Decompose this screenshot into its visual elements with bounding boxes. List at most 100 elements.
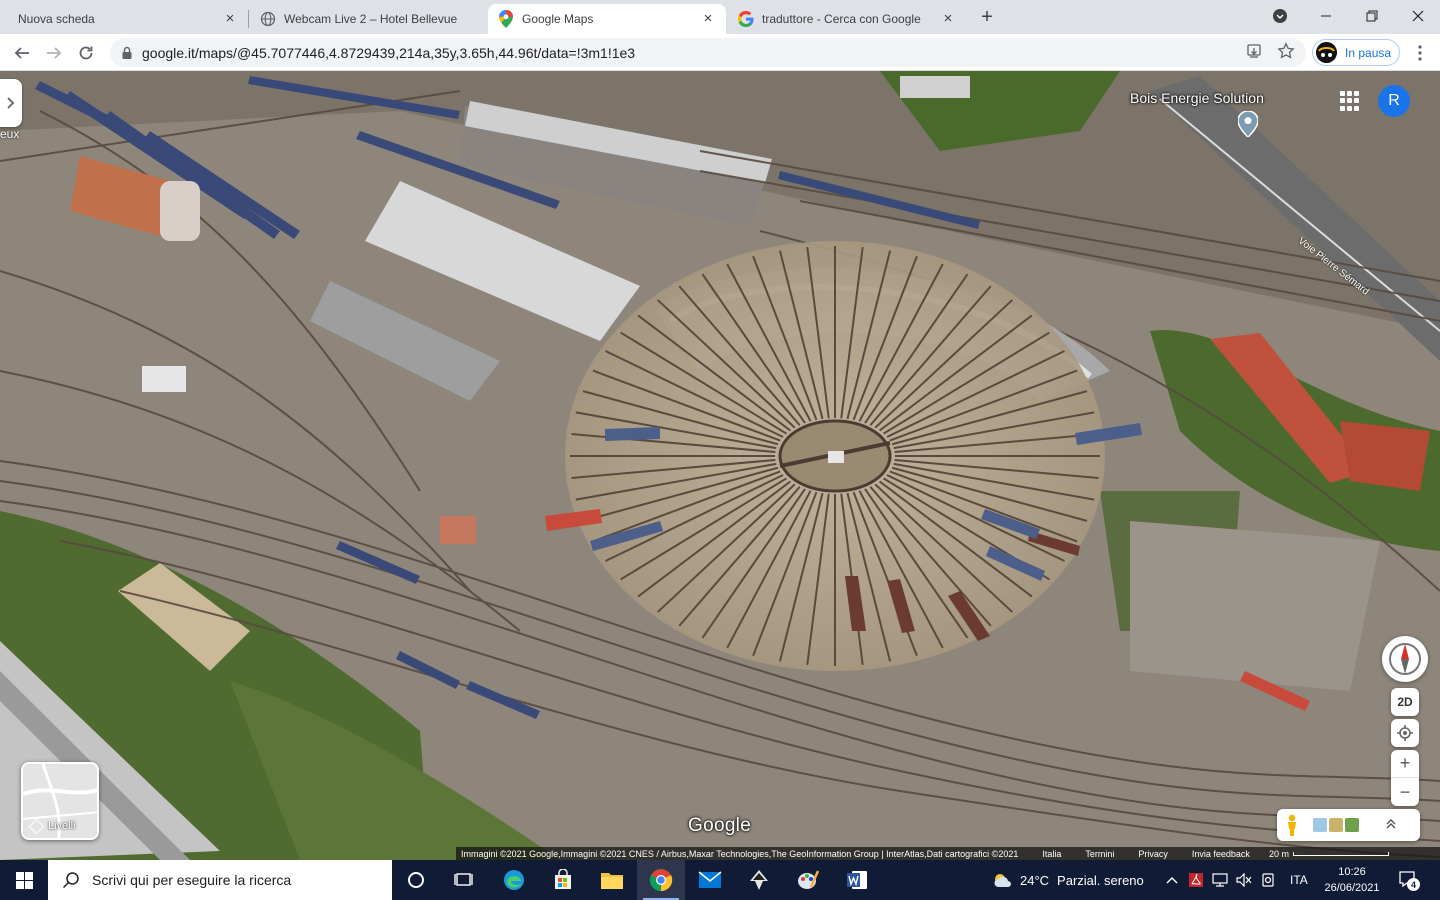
windows-taskbar: Scrivi qui per eseguire la ricerca 24°C … <box>0 860 1440 900</box>
footer-link-privacy[interactable]: Privacy <box>1138 849 1168 859</box>
place-pin-icon[interactable] <box>1237 110 1259 139</box>
search-icon <box>62 872 79 889</box>
task-view-icon[interactable] <box>440 860 488 900</box>
close-tab-icon[interactable]: × <box>222 11 238 27</box>
weather-widget[interactable]: 24°C Parzial. sereno <box>992 860 1144 900</box>
scale-bar[interactable]: 20 m <box>1264 849 1389 859</box>
google-logo: Google <box>688 815 752 836</box>
word-icon[interactable] <box>833 860 881 900</box>
cortana-icon[interactable] <box>392 860 440 900</box>
layers-label-group: Livelli <box>28 818 76 834</box>
edge-place-label[interactable]: eux <box>0 127 19 141</box>
close-tab-icon[interactable]: × <box>700 11 716 27</box>
onedrive-sync-icon[interactable] <box>1260 872 1276 888</box>
file-explorer-icon[interactable] <box>588 860 636 900</box>
satellite-imagery <box>0 71 1440 860</box>
weather-description: Parzial. sereno <box>1057 872 1144 888</box>
attribution-text: Immagini ©2021 Google,Immagini ©2021 CNE… <box>461 848 1019 859</box>
system-clock[interactable]: 10:26 26/06/2021 <box>1320 864 1384 896</box>
map-canvas[interactable]: eux Bois Energie Solution Voie Pierre Sé… <box>0 71 1440 860</box>
tray-chevron-up-icon[interactable] <box>1164 872 1180 888</box>
notification-center-icon[interactable]: 4 <box>1398 870 1420 891</box>
chevron-up-icon[interactable] <box>1385 818 1397 833</box>
zoom-control: + − <box>1391 750 1419 806</box>
scale-bar-graphic <box>1292 851 1389 856</box>
volume-muted-icon[interactable] <box>1236 872 1252 888</box>
tab-title: Webcam Live 2 – Hotel Bellevue <box>284 12 458 26</box>
url-text: google.it/maps/@45.7077446,4.8729439,214… <box>142 44 636 61</box>
notification-badge: 4 <box>1407 878 1420 891</box>
install-app-icon[interactable] <box>1244 41 1264 61</box>
layers-icon <box>28 818 45 834</box>
back-arrow-icon[interactable] <box>8 39 36 67</box>
network-icon[interactable] <box>1212 872 1228 888</box>
paint-icon[interactable] <box>784 860 832 900</box>
new-tab-button[interactable]: + <box>976 6 998 28</box>
address-bar[interactable]: google.it/maps/@45.7077446,4.8729439,214… <box>110 38 1306 67</box>
imagery-thumbnails[interactable] <box>1313 818 1359 832</box>
inkscape-icon[interactable] <box>735 860 783 900</box>
taskbar-search[interactable]: Scrivi qui per eseguire la ricerca <box>48 860 392 900</box>
tab-traduttore[interactable]: traduttore - Cerca con Google × <box>728 4 966 34</box>
browser-tab-strip: Nuova scheda × Webcam Live 2 – Hotel Bel… <box>0 0 1440 34</box>
imagery-thumbnail-2[interactable] <box>1329 818 1343 832</box>
tab-webcam-live[interactable]: Webcam Live 2 – Hotel Bellevue <box>250 4 486 34</box>
tab-search-icon[interactable] <box>1258 2 1302 30</box>
map-attribution-bar: Immagini ©2021 Google,Immagini ©2021 CNE… <box>456 847 1440 860</box>
footer-link-feedback[interactable]: Invia feedback <box>1192 849 1250 859</box>
start-button[interactable] <box>0 860 48 900</box>
close-tab-icon[interactable]: × <box>940 11 956 27</box>
tab-title: Google Maps <box>522 12 594 26</box>
place-label-bois-energie[interactable]: Bois Energie Solution <box>1130 90 1264 106</box>
chrome-icon[interactable] <box>637 860 685 900</box>
footer-link-termini[interactable]: Termini <box>1085 849 1114 859</box>
bookmark-star-icon[interactable] <box>1276 41 1296 61</box>
imagery-thumbnail-3[interactable] <box>1345 818 1359 832</box>
pegman-icon[interactable] <box>1285 814 1299 836</box>
footer-link-italia[interactable]: Italia <box>1042 849 1061 859</box>
clock-date: 26/06/2021 <box>1324 882 1380 894</box>
restore-icon[interactable] <box>1350 2 1394 30</box>
microsoft-store-icon[interactable] <box>539 860 587 900</box>
mail-icon[interactable] <box>686 860 734 900</box>
acrobat-tray-icon[interactable] <box>1188 872 1204 888</box>
weather-temperature: 24°C <box>1020 872 1050 888</box>
clock-time: 10:26 <box>1338 866 1366 878</box>
browser-menu-icon[interactable] <box>1408 39 1432 67</box>
input-language[interactable]: ITA <box>1290 873 1308 887</box>
profile-status-label: In pausa <box>1345 45 1392 60</box>
edge-browser-icon[interactable] <box>490 860 538 900</box>
search-placeholder: Scrivi qui per eseguire la ricerca <box>92 872 292 888</box>
google-apps-icon[interactable] <box>1340 91 1360 111</box>
google-maps-pin-icon <box>498 10 514 28</box>
street-view-bar[interactable] <box>1277 809 1420 841</box>
compass-control[interactable] <box>1382 636 1428 682</box>
collapse-side-panel-button[interactable] <box>0 79 22 127</box>
zoom-in-button[interactable]: + <box>1391 750 1419 778</box>
close-window-icon[interactable] <box>1396 2 1440 30</box>
profile-paused-button[interactable]: In pausa <box>1312 39 1400 66</box>
toggle-2d-button[interactable]: 2D <box>1391 688 1419 716</box>
layers-button[interactable]: Livelli <box>21 762 99 840</box>
my-location-icon[interactable] <box>1391 719 1419 747</box>
browser-toolbar: google.it/maps/@45.7077446,4.8729439,214… <box>0 34 1440 71</box>
zoom-out-button[interactable]: − <box>1391 778 1419 806</box>
layers-label: Livelli <box>48 820 76 832</box>
tab-title: Nuova scheda <box>18 12 95 26</box>
partly-cloudy-icon <box>992 872 1012 888</box>
imagery-thumbnail-1[interactable] <box>1313 818 1327 832</box>
minimize-icon[interactable] <box>1304 2 1348 30</box>
account-avatar[interactable]: R <box>1378 85 1410 117</box>
reload-icon[interactable] <box>72 39 100 67</box>
globe-icon <box>260 11 276 27</box>
lock-icon[interactable] <box>120 46 134 60</box>
tab-separator <box>248 10 249 28</box>
profile-avatar <box>1316 42 1337 63</box>
compass-icon <box>1389 643 1421 675</box>
tab-title: traduttore - Cerca con Google <box>762 12 921 26</box>
tab-google-maps[interactable]: Google Maps × <box>488 4 726 34</box>
windows-logo-icon <box>15 871 33 889</box>
forward-arrow-icon[interactable] <box>40 39 68 67</box>
tab-nuova-scheda[interactable]: Nuova scheda × <box>8 4 248 34</box>
scale-label: 20 m <box>1268 848 1289 859</box>
